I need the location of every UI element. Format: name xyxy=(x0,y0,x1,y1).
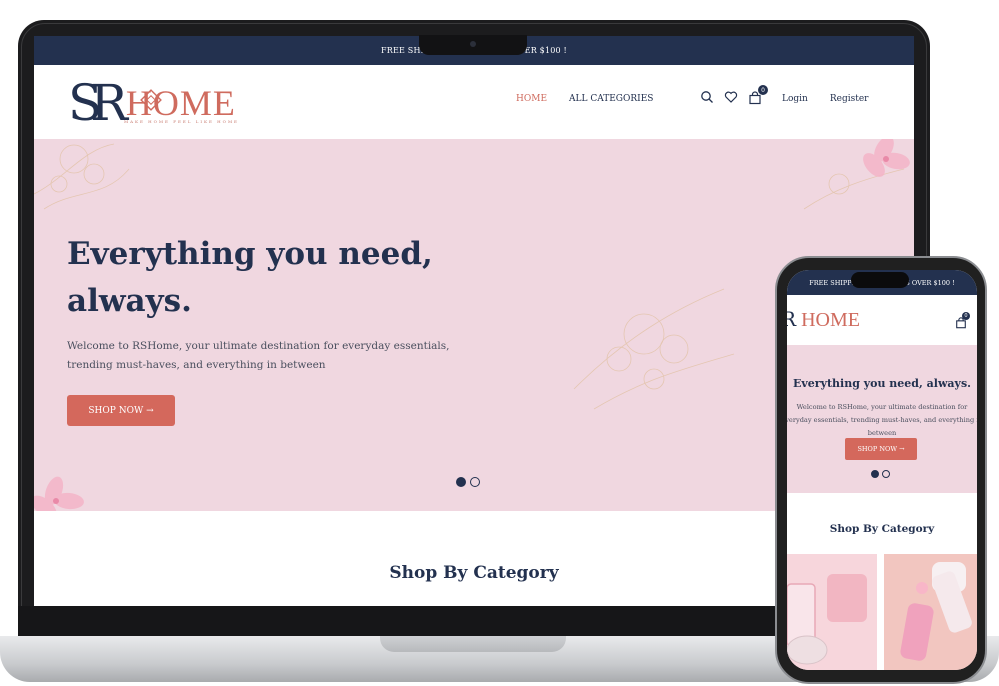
phone-logo-word: HOME xyxy=(801,309,860,331)
facial-mister-image xyxy=(884,554,977,670)
phone-cart-count-badge: 0 xyxy=(962,312,970,320)
site-logo[interactable]: SR HOME MAKE HOME FEEL LIKE HOME xyxy=(68,74,239,132)
laptop-opening-groove xyxy=(380,636,566,652)
nav-home[interactable]: HOME xyxy=(516,94,547,104)
phone-logo[interactable]: R HOME xyxy=(787,307,860,332)
hero-description: Welcome to RSHome, your ultimate destina… xyxy=(67,340,450,371)
wishlist-heart-icon[interactable] xyxy=(724,90,738,104)
phone-hero-title: Everything you need, always. xyxy=(793,377,971,390)
logo-tagline: MAKE HOME FEEL LIKE HOME xyxy=(124,119,239,124)
phone-shop-by-category-title: Shop By Category xyxy=(829,523,935,535)
phone-slider-dots xyxy=(871,470,890,478)
phone-screen: FREE SHIPPING ON ORDERS OVER $100 ! R HO… xyxy=(787,270,977,670)
hero-title: Everything you need, always. xyxy=(67,236,433,319)
slider-dots xyxy=(456,477,480,487)
phone-header: R HOME 0 xyxy=(787,295,977,345)
phone-hero-description: Welcome to RSHome, your ultimate destina… xyxy=(787,403,977,437)
phone-slider-dot-2[interactable] xyxy=(882,470,890,478)
header-icons: 0 xyxy=(700,85,768,105)
nav-all-categories[interactable]: ALL CATEGORIES xyxy=(569,94,653,104)
slider-dot-2[interactable] xyxy=(470,477,480,487)
main-nav: HOME ALL CATEGORIES xyxy=(516,94,653,104)
logo-diamond-icon xyxy=(140,89,162,111)
site-header: SR HOME MAKE HOME FEEL LIKE HOME HOME AL… xyxy=(34,65,914,139)
slider-dot-1[interactable] xyxy=(456,477,466,487)
shop-now-button[interactable]: SHOP NOW → xyxy=(67,395,175,426)
category-card-beauty-tools[interactable] xyxy=(884,554,977,670)
phone-dynamic-island xyxy=(851,272,909,288)
search-icon[interactable] xyxy=(700,90,714,104)
compact-mirror-image xyxy=(787,554,877,670)
phone-slider-dot-1[interactable] xyxy=(871,470,879,478)
phone-logo-mark: R xyxy=(787,307,797,331)
category-card-mirrors[interactable] xyxy=(787,554,877,670)
logo-mark: SR xyxy=(68,74,128,132)
login-link[interactable]: Login xyxy=(782,94,808,104)
register-link[interactable]: Register xyxy=(830,94,869,104)
phone-shop-now-button[interactable]: SHOP NOW → xyxy=(845,438,917,460)
phone-cart-button[interactable]: 0 xyxy=(955,312,970,329)
cart-count-badge: 0 xyxy=(758,85,768,95)
account-links: Login Register xyxy=(782,94,868,104)
cart-button[interactable]: 0 xyxy=(748,85,768,105)
laptop-camera-notch xyxy=(419,35,527,55)
